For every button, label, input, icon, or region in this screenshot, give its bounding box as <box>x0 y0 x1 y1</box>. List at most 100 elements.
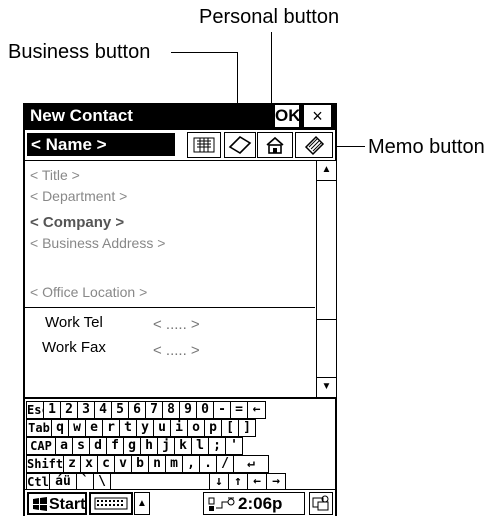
form-divider <box>25 307 315 308</box>
work-fax-field[interactable]: < ..... > <box>153 342 200 359</box>
key-i[interactable]: i <box>170 419 188 437</box>
name-bar: < Name > <box>25 130 335 161</box>
window-title: New Contact <box>30 106 133 125</box>
business-callout-line-h <box>171 52 237 53</box>
business-button-callout: Business button <box>8 41 151 63</box>
start-label: Start <box>49 496 86 513</box>
key-n[interactable]: n <box>148 455 166 473</box>
address-card-button[interactable] <box>187 132 221 158</box>
desktop-icon <box>312 495 329 511</box>
start-button[interactable]: Start <box>27 492 87 515</box>
connection-icon[interactable] <box>206 494 238 514</box>
key-[[interactable]: [ <box>221 419 239 437</box>
keyboard-row: Tab q w e r t y u i o p[] <box>25 419 335 437</box>
key-/[interactable]: / <box>216 455 234 473</box>
key-y[interactable]: y <box>136 419 154 437</box>
key-7[interactable]: 7 <box>145 401 163 419</box>
key-6[interactable]: 6 <box>128 401 146 419</box>
key-←[interactable]: ← <box>247 401 266 419</box>
memo-callout-line <box>335 146 365 147</box>
key-0[interactable]: 0 <box>196 401 214 419</box>
device-screen: New Contact OK × < Name > < Title > < De… <box>23 103 337 517</box>
office-location-field[interactable]: < Office Location > <box>30 284 147 300</box>
key-tab[interactable]: Tab <box>26 419 52 437</box>
scroll-down-arrow[interactable]: ▼ <box>317 377 336 396</box>
memo-button-callout: Memo button <box>368 136 485 158</box>
home-icon <box>266 136 284 154</box>
key-esc[interactable]: Esc <box>26 401 49 419</box>
key--[interactable]: - <box>213 401 231 419</box>
key-b[interactable]: b <box>131 455 149 473</box>
key-x[interactable]: x <box>80 455 98 473</box>
key-'[interactable]: ' <box>225 437 243 455</box>
clock[interactable]: 2:06p <box>238 494 282 514</box>
key-4[interactable]: 4 <box>94 401 112 419</box>
key-q[interactable]: q <box>51 419 69 437</box>
key-↵[interactable]: ↵ <box>233 455 269 473</box>
business-address-field[interactable]: < Business Address > <box>30 235 165 251</box>
taskbar: Start ▲ 2:06p <box>25 489 335 517</box>
business-icon <box>228 135 252 155</box>
system-tray: 2:06p <box>203 492 305 515</box>
key-v[interactable]: v <box>114 455 132 473</box>
close-button[interactable]: × <box>304 105 331 127</box>
key-e[interactable]: e <box>85 419 103 437</box>
key-u[interactable]: u <box>153 419 171 437</box>
key-g[interactable]: g <box>123 437 141 455</box>
key-k[interactable]: k <box>174 437 192 455</box>
keyboard-row: CAP a s d f g h j k l; ' <box>25 437 335 455</box>
key-m[interactable]: m <box>165 455 183 473</box>
key-.[interactable]: . <box>199 455 217 473</box>
input-panel-button[interactable] <box>89 492 133 515</box>
key-d[interactable]: d <box>89 437 107 455</box>
ok-button[interactable]: OK <box>275 105 301 127</box>
key-a[interactable]: a <box>55 437 73 455</box>
key-w[interactable]: w <box>68 419 86 437</box>
soft-keyboard: Esc 1 2 3 4 5 6 7 8 9 0- = ← Tab q w e r t y u i o p[] CAP a s d f g h… <box>25 397 335 491</box>
input-method-arrow[interactable]: ▲ <box>134 492 150 515</box>
key-9[interactable]: 9 <box>179 401 197 419</box>
name-field[interactable]: < Name > <box>27 133 175 156</box>
department-field[interactable]: < Department > <box>30 188 127 204</box>
key-][interactable]: ] <box>238 419 256 437</box>
title-field[interactable]: < Title > <box>30 167 80 183</box>
keyboard-row: Shift z x c v b n m,. / ↵ <box>25 455 335 473</box>
key-h[interactable]: h <box>140 437 158 455</box>
key-s[interactable]: s <box>72 437 90 455</box>
business-button[interactable] <box>224 132 256 158</box>
desktop-button[interactable] <box>309 492 333 515</box>
title-bar: New Contact OK × <box>25 103 335 130</box>
key-f[interactable]: f <box>106 437 124 455</box>
key-cap[interactable]: CAP <box>26 437 56 455</box>
memo-button[interactable] <box>295 132 333 158</box>
key-shift[interactable]: Shift <box>26 455 64 473</box>
personal-button[interactable] <box>257 132 293 158</box>
key-t[interactable]: t <box>119 419 137 437</box>
work-fax-label: Work Fax <box>42 339 106 356</box>
key-8[interactable]: 8 <box>162 401 180 419</box>
scroll-up-arrow[interactable]: ▲ <box>317 161 336 179</box>
keyboard-row: Esc 1 2 3 4 5 6 7 8 9 0- = ← <box>25 401 335 419</box>
address-card-icon <box>193 137 215 153</box>
key-,[interactable]: , <box>182 455 200 473</box>
key-=[interactable]: = <box>230 401 248 419</box>
vertical-scrollbar[interactable]: ▲ ▼ <box>316 161 336 397</box>
work-tel-label: Work Tel <box>45 314 103 331</box>
key-;[interactable]: ; <box>208 437 226 455</box>
key-r[interactable]: r <box>102 419 120 437</box>
key-j[interactable]: j <box>157 437 175 455</box>
key-o[interactable]: o <box>187 419 205 437</box>
company-field[interactable]: < Company > <box>30 214 124 231</box>
key-c[interactable]: c <box>97 455 115 473</box>
key-z[interactable]: z <box>63 455 81 473</box>
key-1[interactable]: 1 <box>43 401 61 419</box>
scroll-thumb[interactable] <box>317 180 336 320</box>
memo-icon <box>304 135 325 156</box>
work-tel-field[interactable]: < ..... > <box>153 316 200 333</box>
contact-form: < Title > < Department > < Company > < B… <box>25 161 315 396</box>
key-5[interactable]: 5 <box>111 401 129 419</box>
key-3[interactable]: 3 <box>77 401 95 419</box>
key-l[interactable]: l <box>191 437 209 455</box>
key-2[interactable]: 2 <box>60 401 78 419</box>
key-p[interactable]: p <box>204 419 222 437</box>
